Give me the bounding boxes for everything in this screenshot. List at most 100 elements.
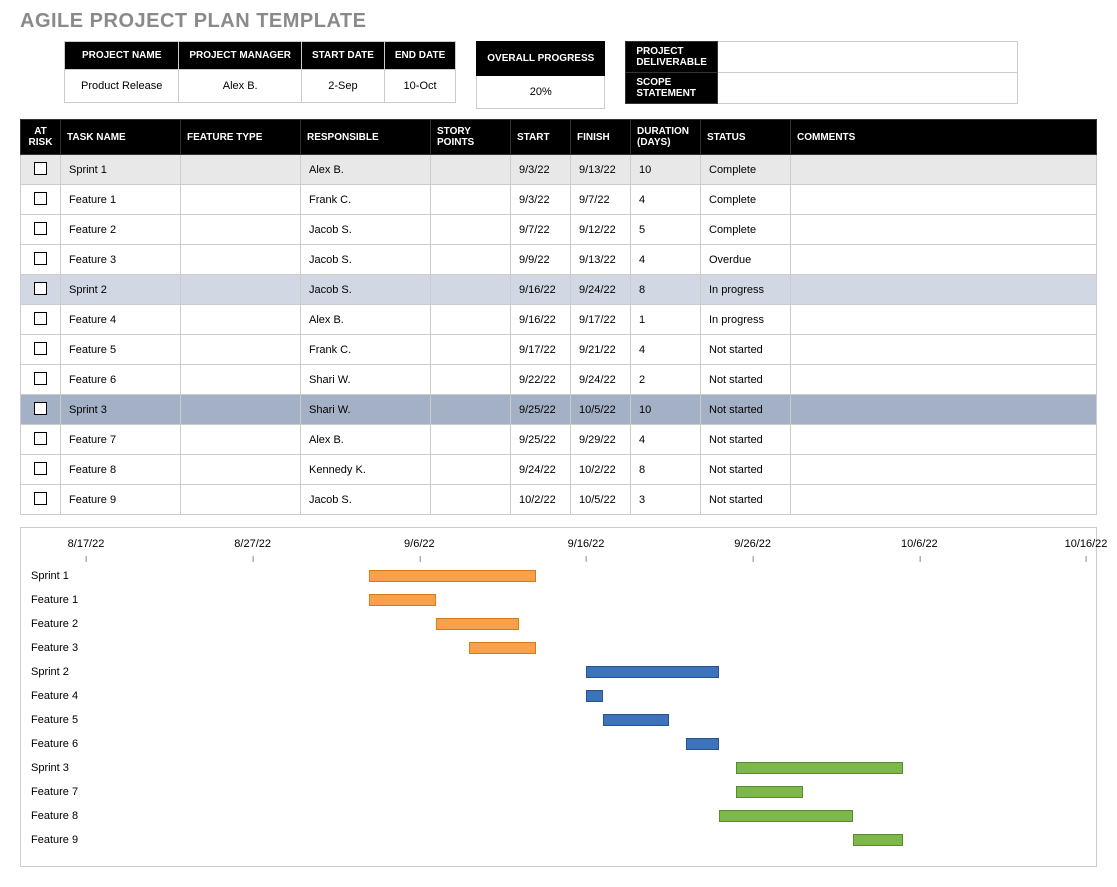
cell[interactable] [431,275,511,305]
cell[interactable]: Jacob S. [301,245,431,275]
cell[interactable]: Complete [701,185,791,215]
val-end-date[interactable]: 10-Oct [384,70,455,103]
cell[interactable]: 9/25/22 [511,425,571,455]
val-scope[interactable] [717,73,1017,104]
cell[interactable]: Not started [701,455,791,485]
cell[interactable] [791,245,1097,275]
cell[interactable]: 9/3/22 [511,185,571,215]
cell[interactable] [21,335,61,365]
cell[interactable]: 8 [631,455,701,485]
cell[interactable] [21,365,61,395]
cell[interactable] [181,185,301,215]
cell[interactable] [431,215,511,245]
cell[interactable]: Overdue [701,245,791,275]
cell[interactable]: Jacob S. [301,485,431,515]
cell[interactable]: In progress [701,305,791,335]
cell[interactable] [791,185,1097,215]
cell[interactable]: 9/9/22 [511,245,571,275]
cell[interactable]: 4 [631,425,701,455]
cell[interactable] [181,215,301,245]
cell[interactable]: Feature 5 [61,335,181,365]
cell[interactable]: 10 [631,395,701,425]
cell[interactable] [431,485,511,515]
cell[interactable]: Alex B. [301,305,431,335]
checkbox-icon[interactable] [34,462,47,475]
cell[interactable] [791,275,1097,305]
cell[interactable]: 4 [631,185,701,215]
cell[interactable]: 9/17/22 [511,335,571,365]
cell[interactable]: Feature 8 [61,455,181,485]
cell[interactable]: Sprint 1 [61,155,181,185]
cell[interactable] [181,485,301,515]
checkbox-icon[interactable] [34,222,47,235]
checkbox-icon[interactable] [34,372,47,385]
cell[interactable]: 9/13/22 [571,155,631,185]
cell[interactable]: Feature 4 [61,305,181,335]
cell[interactable]: 9/16/22 [511,305,571,335]
cell[interactable]: 9/7/22 [511,215,571,245]
cell[interactable] [791,305,1097,335]
checkbox-icon[interactable] [34,312,47,325]
cell[interactable] [181,425,301,455]
cell[interactable]: Not started [701,395,791,425]
cell[interactable]: Feature 6 [61,365,181,395]
cell[interactable]: Complete [701,155,791,185]
cell[interactable]: 2 [631,365,701,395]
cell[interactable] [181,335,301,365]
checkbox-icon[interactable] [34,402,47,415]
cell[interactable]: Feature 3 [61,245,181,275]
checkbox-icon[interactable] [34,282,47,295]
cell[interactable] [431,305,511,335]
cell[interactable] [21,455,61,485]
cell[interactable] [181,275,301,305]
cell[interactable]: Frank C. [301,185,431,215]
val-deliverable[interactable] [717,42,1017,73]
cell[interactable]: Not started [701,425,791,455]
cell[interactable]: Shari W. [301,365,431,395]
cell[interactable] [791,455,1097,485]
cell[interactable] [431,425,511,455]
cell[interactable]: Not started [701,365,791,395]
cell[interactable]: Alex B. [301,425,431,455]
cell[interactable]: Complete [701,215,791,245]
cell[interactable] [791,335,1097,365]
cell[interactable] [181,155,301,185]
cell[interactable] [21,395,61,425]
cell[interactable]: 9/24/22 [511,455,571,485]
cell[interactable]: 1 [631,305,701,335]
cell[interactable] [791,155,1097,185]
cell[interactable] [431,335,511,365]
checkbox-icon[interactable] [34,162,47,175]
cell[interactable]: Shari W. [301,395,431,425]
cell[interactable] [21,425,61,455]
cell[interactable]: 9/16/22 [511,275,571,305]
cell[interactable]: 9/24/22 [571,275,631,305]
cell[interactable]: Kennedy K. [301,455,431,485]
cell[interactable] [791,215,1097,245]
cell[interactable]: 9/17/22 [571,305,631,335]
cell[interactable] [21,185,61,215]
cell[interactable] [181,365,301,395]
checkbox-icon[interactable] [34,342,47,355]
cell[interactable] [181,305,301,335]
cell[interactable]: 9/12/22 [571,215,631,245]
cell[interactable]: Feature 7 [61,425,181,455]
cell[interactable]: 8 [631,275,701,305]
cell[interactable]: Not started [701,335,791,365]
cell[interactable] [181,455,301,485]
cell[interactable]: Sprint 3 [61,395,181,425]
cell[interactable] [791,485,1097,515]
cell[interactable]: Frank C. [301,335,431,365]
cell[interactable] [791,395,1097,425]
cell[interactable]: 4 [631,335,701,365]
cell[interactable]: Feature 9 [61,485,181,515]
cell[interactable]: Feature 1 [61,185,181,215]
cell[interactable] [181,245,301,275]
cell[interactable]: Sprint 2 [61,275,181,305]
cell[interactable]: 9/7/22 [571,185,631,215]
cell[interactable]: 4 [631,245,701,275]
val-project-name[interactable]: Product Release [65,70,179,103]
val-project-manager[interactable]: Alex B. [179,70,302,103]
cell[interactable] [21,245,61,275]
cell[interactable] [431,395,511,425]
